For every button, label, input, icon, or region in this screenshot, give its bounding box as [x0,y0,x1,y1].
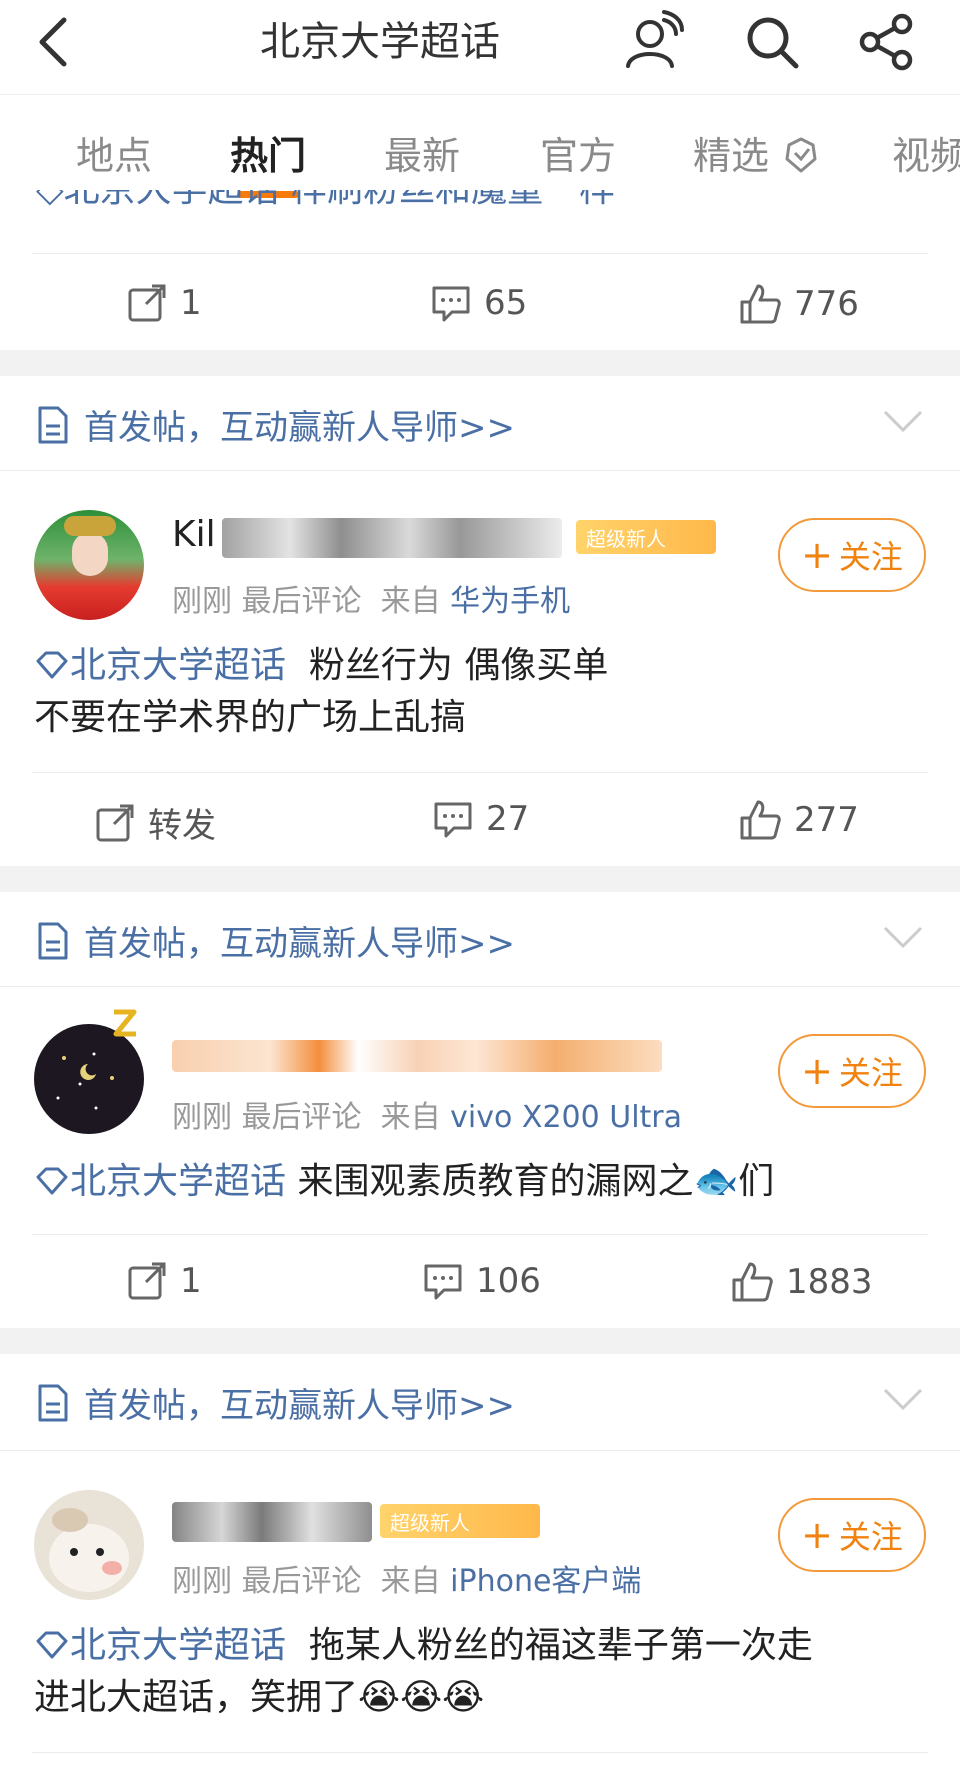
hamster-avatar-image [49,1508,129,1592]
like-button[interactable]: 1883 [730,1260,873,1304]
topic-diamond-icon [36,1631,68,1659]
like-count: 1883 [786,1262,873,1302]
repost-icon [96,804,134,841]
post-text[interactable]: 北京大学超话 来围观素质教育的漏网之🐟们 [34,1156,926,1208]
comment-button[interactable]: 27 [432,798,529,840]
like-thumb-icon [732,1262,773,1302]
section-gap [0,1328,960,1354]
topic-link[interactable]: 北京大学超话 [34,1161,286,1202]
comment-button[interactable]: 65 [430,282,527,324]
repost-button[interactable]: 1 [126,1260,202,1302]
comment-icon [434,802,472,838]
chevron-down-icon[interactable] [882,1386,924,1412]
tab-video[interactable]: 视频 [892,131,960,181]
follow-button[interactable]: + 关注 [778,1034,926,1108]
topic-diamond-icon [36,651,68,679]
username-blurred [222,518,562,558]
topic-diamond-icon [36,1167,68,1195]
repost-icon [128,284,166,322]
document-icon [38,1384,68,1421]
super-newbie-badge: 超级新人 [576,520,716,554]
divider [0,470,960,471]
repost-count: 1 [180,283,202,323]
section-gap [0,866,960,892]
divider [0,1450,960,1451]
first-post-notice[interactable]: 首发帖，互动赢新人导师>> [36,916,515,965]
like-thumb-icon [740,284,781,324]
username-blurred [172,1040,662,1072]
comment-count: 65 [484,283,528,323]
repost-button[interactable]: 1 [126,282,202,324]
username-blurred [172,1502,372,1542]
divider [0,986,960,987]
divider [32,1752,928,1753]
avatar[interactable] [34,1490,144,1600]
top-bar: 北京大学超话 [0,0,960,95]
comment-count: 106 [476,1261,541,1301]
avatar[interactable] [34,1024,144,1134]
chevron-down-icon[interactable] [882,924,924,950]
first-post-notice[interactable]: 首发帖，互动赢新人导师>> [36,400,515,449]
tab-hot[interactable]: 热门 [230,131,306,181]
post-text[interactable]: 北京大学超话 粉丝行为 偶像买单 不要在学术界的广场上乱搞 [34,640,926,744]
like-button[interactable]: 277 [738,798,859,842]
section-gap [0,350,960,376]
repost-button[interactable]: 转发 [94,798,216,847]
tab-latest[interactable]: 最新 [384,131,460,181]
divider [32,772,928,773]
document-icon [38,406,68,443]
avatar[interactable] [34,510,144,620]
partial-post-text: ◇北京大学超话 样刷粉丝和魔童一样 [36,190,756,220]
night-sky-avatar-image [56,1052,114,1110]
share-icon[interactable] [856,10,920,74]
repost-label: 转发 [148,806,216,846]
super-newbie-badge: 超级新人 [380,1504,540,1538]
post-meta: 刚刚 最后评论 来自 iPhone客户端 [172,1564,642,1599]
comment-button[interactable]: 106 [422,1260,541,1302]
comment-icon [432,286,470,322]
follow-button[interactable]: + 关注 [778,518,926,592]
repost-count: 1 [180,1261,202,1301]
like-thumb-icon [740,800,781,840]
like-button[interactable]: 776 [738,282,859,326]
sleep-z-icon [113,1009,137,1037]
comment-icon [424,1264,462,1300]
featured-gem-icon [785,137,817,173]
topic-link[interactable]: 北京大学超话 [34,645,286,686]
like-count: 776 [794,284,859,324]
post-meta: 刚刚 最后评论 来自 vivo X200 Ultra [172,1100,683,1135]
post-meta: 刚刚 最后评论 来自 华为手机 [172,584,571,619]
post-text[interactable]: 北京大学超话 拖某人粉丝的福这辈子第一次走 进北大超话，笑拥了😭😭😭 [34,1620,926,1724]
tab-official[interactable]: 官方 [540,131,616,181]
username-visible[interactable]: Kil [172,514,216,555]
topic-link[interactable]: 北京大学超话 [34,1625,286,1666]
divider [32,253,928,254]
tab-location[interactable]: 地点 [76,131,152,181]
document-icon [38,922,68,959]
follow-button[interactable]: + 关注 [778,1498,926,1572]
comment-count: 27 [486,799,530,839]
chevron-down-icon[interactable] [882,408,924,434]
search-icon[interactable] [740,10,804,74]
divider [32,1234,928,1235]
tab-featured[interactable]: 精选 [693,131,821,181]
like-count: 277 [794,800,859,840]
first-post-notice[interactable]: 首发帖，互动赢新人导师>> [36,1378,515,1427]
super-topic-users-icon[interactable] [620,10,684,74]
repost-icon [128,1262,166,1300]
